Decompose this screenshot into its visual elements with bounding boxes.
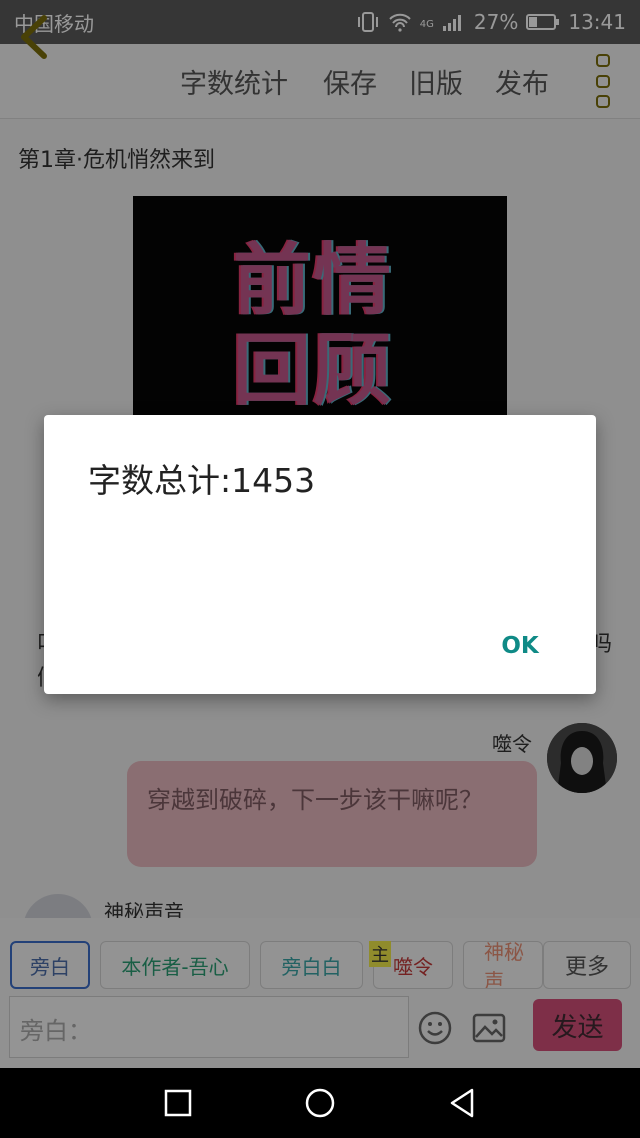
home-icon[interactable] <box>304 1087 336 1119</box>
back-icon[interactable] <box>448 1087 476 1119</box>
recent-apps-icon[interactable] <box>164 1089 192 1117</box>
system-nav-bar <box>0 1068 640 1138</box>
dialog-message: 字数总计:1453 <box>88 461 316 500</box>
ok-button[interactable]: OK <box>490 626 550 666</box>
